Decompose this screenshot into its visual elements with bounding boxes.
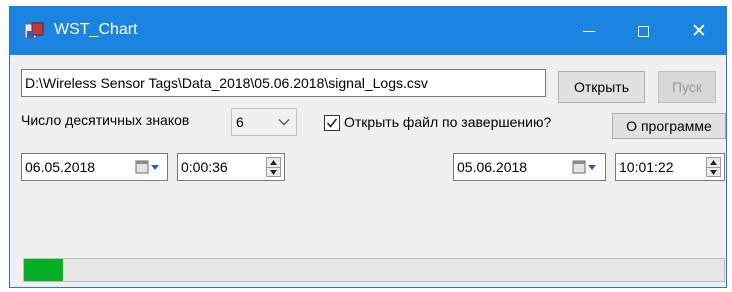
- decimals-select[interactable]: 6: [231, 108, 297, 136]
- end-date-value: 05.06.2018: [457, 159, 528, 175]
- title-bar[interactable]: WST_Chart ✕: [10, 7, 726, 55]
- calendar-dropdown-icon[interactable]: [572, 158, 598, 176]
- open-on-finish-label[interactable]: Открыть файл по завершению?: [344, 114, 551, 130]
- start-time-value: 0:00:36: [181, 159, 228, 175]
- about-button[interactable]: О программе: [612, 113, 726, 139]
- spin-down-icon[interactable]: [707, 167, 720, 177]
- start-time-picker[interactable]: 0:00:36: [177, 153, 285, 181]
- start-date-value: 06.05.2018: [25, 159, 96, 175]
- close-button[interactable]: ✕: [672, 7, 726, 55]
- open-on-finish-checkbox[interactable]: [324, 115, 340, 131]
- decimals-label: Число десятичных знаков: [21, 112, 190, 128]
- app-logo-icon: [24, 22, 44, 39]
- spin-up-icon[interactable]: [707, 158, 720, 167]
- end-time-spinner[interactable]: [706, 157, 721, 177]
- minimize-icon: [583, 30, 595, 32]
- file-path-input[interactable]: D:\Wireless Sensor Tags\Data_2018\05.06.…: [21, 69, 546, 97]
- chevron-down-icon: [276, 109, 292, 135]
- spin-down-icon[interactable]: [267, 167, 280, 177]
- start-time-spinner[interactable]: [266, 157, 281, 177]
- end-time-value: 10:01:22: [619, 159, 674, 175]
- minimize-button[interactable]: [562, 7, 616, 55]
- close-icon: ✕: [691, 20, 707, 42]
- open-button[interactable]: Открыть: [558, 71, 645, 103]
- end-date-picker[interactable]: 05.06.2018: [453, 153, 606, 181]
- maximize-icon: [637, 25, 649, 37]
- end-time-picker[interactable]: 10:01:22: [615, 153, 725, 181]
- app-window: WST_Chart ✕ D:\Wireless Sensor Tags\Data…: [9, 6, 727, 288]
- start-button[interactable]: Пуск: [658, 71, 716, 103]
- window-title: WST_Chart: [54, 21, 138, 38]
- start-date-picker[interactable]: 06.05.2018: [21, 153, 168, 181]
- maximize-button[interactable]: [616, 7, 670, 55]
- spin-up-icon[interactable]: [267, 158, 280, 167]
- decimals-value: 6: [236, 114, 244, 130]
- progress-fill: [24, 259, 63, 281]
- checkmark-icon: [326, 118, 338, 128]
- calendar-dropdown-icon[interactable]: [135, 158, 161, 176]
- progress-bar: [23, 258, 725, 282]
